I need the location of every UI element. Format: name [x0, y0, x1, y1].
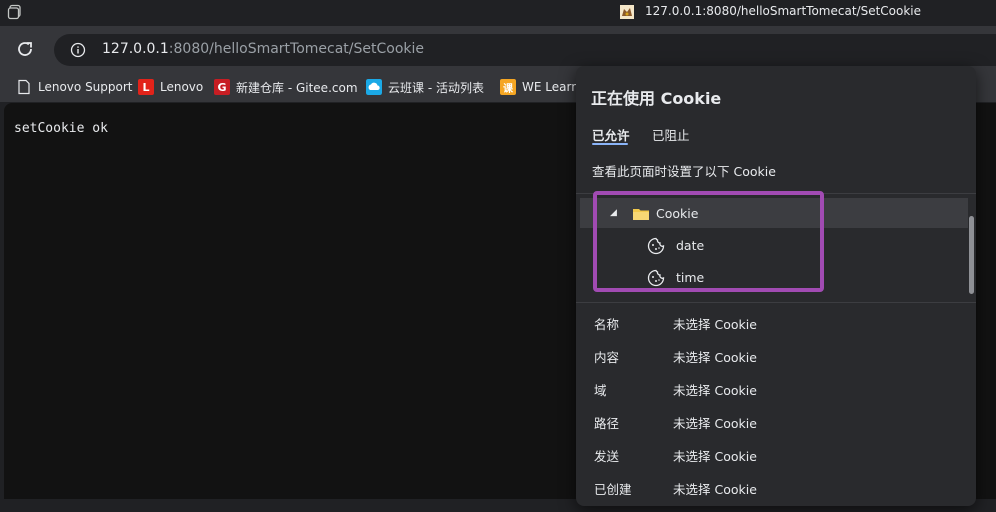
browser-window-icon[interactable] [7, 4, 23, 20]
bookmark-lenovo[interactable]: L Lenovo [138, 77, 203, 97]
document-icon [18, 79, 30, 95]
detail-row-path: 路径 未选择 Cookie [594, 416, 757, 431]
dialog-title: 正在使用 Cookie [591, 89, 722, 108]
tree-scrollbar[interactable] [969, 216, 974, 294]
bookmark-mosoteach[interactable]: 云班课 - 活动列表 [366, 77, 484, 97]
cloud-logo-icon [366, 79, 382, 95]
lenovo-logo-icon: L [138, 79, 154, 95]
tab-allowed-underline [592, 143, 628, 145]
detail-row-created: 已创建 未选择 Cookie [594, 482, 757, 497]
tab-blocked[interactable]: 已阻止 [652, 125, 690, 144]
reload-icon[interactable] [14, 38, 36, 60]
tab-allowed[interactable]: 已允许 [592, 125, 630, 144]
info-icon[interactable] [70, 42, 86, 58]
address-bar[interactable]: 127.0.0.1:8080/helloSmartTomecat/SetCook… [54, 34, 996, 66]
bookmark-gitee[interactable]: G 新建仓库 - Gitee.com [214, 77, 358, 97]
dialog-description: 查看此页面时设置了以下 Cookie [592, 164, 776, 179]
detail-row-content: 内容 未选择 Cookie [594, 350, 757, 365]
bookmark-welearn[interactable]: 课 WE Learn [500, 77, 579, 97]
detail-row-name: 名称 未选择 Cookie [594, 317, 757, 332]
welearn-logo-icon: 课 [500, 79, 516, 95]
annotation-highlight-box [593, 191, 824, 292]
gitee-logo-icon: G [214, 79, 230, 95]
bookmark-lenovo-support[interactable]: Lenovo Support [16, 77, 133, 97]
window-title: 127.0.0.1:8080/helloSmartTomecat/SetCook… [645, 4, 922, 18]
tomcat-favicon [620, 5, 634, 19]
page-body-text: setCookie ok [14, 121, 108, 136]
url-text[interactable]: 127.0.0.1:8080/helloSmartTomecat/SetCook… [102, 41, 424, 57]
divider [576, 302, 976, 303]
cookies-in-use-dialog: 正在使用 Cookie 已允许 已阻止 查看此页面时设置了以下 Cookie ◢… [576, 66, 976, 506]
title-bar: 127.0.0.1:8080/helloSmartTomecat/SetCook… [0, 0, 996, 26]
detail-row-send: 发送 未选择 Cookie [594, 449, 757, 464]
detail-row-domain: 域 未选择 Cookie [594, 383, 757, 398]
